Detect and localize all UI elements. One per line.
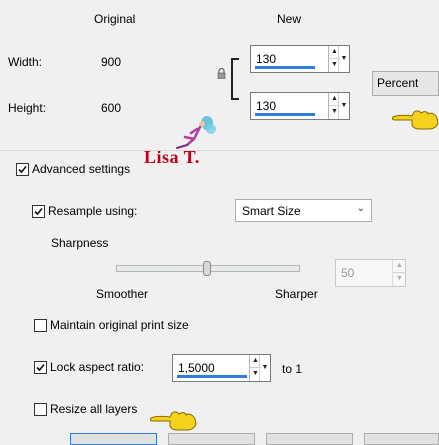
resample-label[interactable]: Resample using: xyxy=(48,204,137,218)
extra-button[interactable] xyxy=(364,433,439,445)
sharpness-value[interactable]: 50 xyxy=(341,266,354,280)
advanced-settings-checkbox[interactable] xyxy=(16,163,29,176)
sharpness-spin[interactable]: 50 ▲ ▼ xyxy=(335,259,406,287)
width-dropdown-arrow-icon[interactable]: ▼ xyxy=(338,46,349,72)
sharpness-min-label: Smoother xyxy=(96,287,149,301)
aspect-link-bracket xyxy=(231,58,239,100)
height-spin-arrows[interactable]: ▲ ▼ ▼ xyxy=(328,93,349,119)
sharpness-max-label: Sharper xyxy=(275,287,318,301)
ok-button[interactable] xyxy=(70,433,157,445)
resample-method-value[interactable]: Smart Size xyxy=(242,204,301,218)
height-new-value[interactable]: 130 xyxy=(256,99,276,113)
advanced-settings-label[interactable]: Advanced settings xyxy=(32,162,130,176)
lock-aspect-label[interactable]: Lock aspect ratio: xyxy=(50,360,144,374)
maintain-print-size-label[interactable]: Maintain original print size xyxy=(50,318,189,332)
maintain-print-size-checkbox[interactable] xyxy=(34,319,47,332)
unit-dropdown[interactable]: Percent xyxy=(372,71,439,96)
unit-dropdown-label[interactable]: Percent xyxy=(377,76,418,90)
aspect-ratio-spin[interactable]: 1,5000 ▲ ▼ ▼ xyxy=(172,354,271,382)
aspect-edit-underline xyxy=(177,375,247,378)
pointing-hand-icon xyxy=(149,409,198,434)
height-label: Height: xyxy=(8,101,47,115)
resample-method-select[interactable]: Smart Size ⌄ xyxy=(235,199,372,222)
lock-aspect-checkbox[interactable] xyxy=(34,361,47,374)
sharpness-slider-thumb[interactable] xyxy=(203,261,211,276)
help-button[interactable] xyxy=(266,433,353,445)
resize-all-layers-label[interactable]: Resize all layers xyxy=(50,402,137,416)
sharpness-spin-arrows[interactable]: ▲ ▼ xyxy=(392,260,406,286)
width-edit-underline xyxy=(255,66,315,69)
aspect-ratio-value[interactable]: 1,5000 xyxy=(178,361,215,375)
sharpness-label: Sharpness xyxy=(51,236,109,250)
cancel-button[interactable] xyxy=(168,433,255,445)
sharpness-down-arrow-icon[interactable]: ▼ xyxy=(393,273,406,286)
resize-all-layers-checkbox[interactable] xyxy=(34,403,47,416)
width-new-spin[interactable]: 130 ▲ ▼ ▼ xyxy=(250,45,350,73)
width-new-value[interactable]: 130 xyxy=(256,52,276,66)
column-header-original: Original xyxy=(94,12,136,26)
pointing-hand-icon xyxy=(391,108,439,133)
lock-icon[interactable] xyxy=(217,67,226,82)
chevron-down-icon: ⌄ xyxy=(356,203,365,214)
aspect-spin-arrows[interactable]: ▲ ▼ ▼ xyxy=(249,355,270,381)
sharpness-up-arrow-icon[interactable]: ▲ xyxy=(393,260,406,273)
column-header-new: New xyxy=(277,12,302,26)
width-label: Width: xyxy=(8,55,43,69)
height-original-value: 600 xyxy=(101,101,122,115)
aspect-dropdown-arrow-icon[interactable]: ▼ xyxy=(259,355,270,381)
height-edit-underline xyxy=(255,113,315,116)
height-new-spin[interactable]: 130 ▲ ▼ ▼ xyxy=(250,92,350,120)
section-divider xyxy=(0,150,439,151)
aspect-ratio-suffix: to 1 xyxy=(282,362,303,376)
height-dropdown-arrow-icon[interactable]: ▼ xyxy=(338,93,349,119)
width-original-value: 900 xyxy=(101,55,122,69)
width-spin-arrows[interactable]: ▲ ▼ ▼ xyxy=(328,46,349,72)
resample-checkbox[interactable] xyxy=(32,205,45,218)
